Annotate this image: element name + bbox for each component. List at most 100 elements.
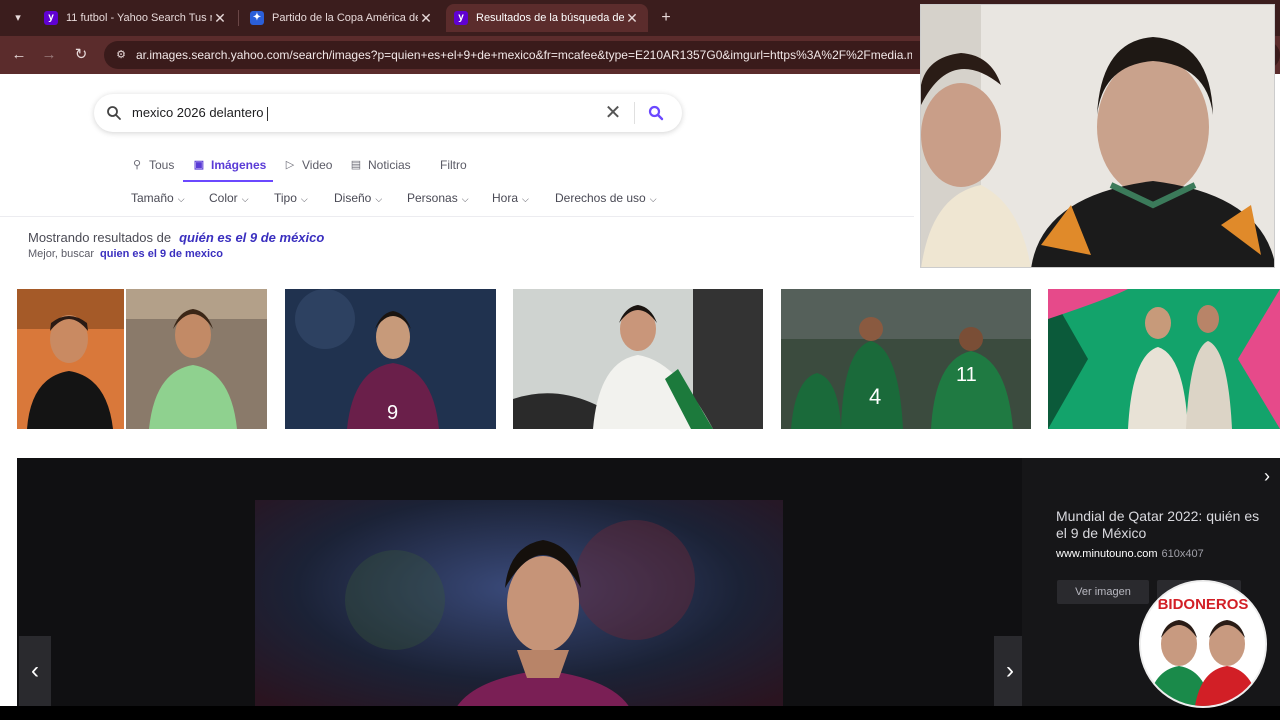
alt-prefix: Mejor, buscar: [28, 248, 95, 260]
close-tab-icon[interactable]: ✕: [212, 10, 228, 26]
showing-results-notice: Mostrando resultados de quién es el 9 de …: [28, 230, 324, 245]
new-tab-button[interactable]: +: [656, 8, 676, 28]
chevron-down-icon: ⌵: [522, 194, 529, 204]
tab-video-label: Video: [302, 158, 333, 172]
yahoo-favicon-icon: y: [44, 11, 58, 25]
tab-label: 11 futbol - Yahoo Search Tus resultados: [66, 12, 212, 24]
filter-label: Diseño: [334, 191, 372, 205]
image-preview-panel: ‹ › › Mundial de Qatar 2022: quién es el…: [17, 458, 1280, 720]
url-text[interactable]: ar.images.search.yahoo.com/search/images…: [136, 41, 912, 69]
image-thumbnail: [17, 289, 267, 429]
tab-image-results[interactable]: y Resultados de la búsqueda de imágenes …: [446, 4, 648, 32]
search-instead-notice: Mejor, buscar quien es el 9 de mexico: [28, 248, 223, 260]
filter-time[interactable]: Hora ⌵: [492, 182, 529, 214]
forward-arrow-icon[interactable]: →: [39, 45, 59, 65]
channel-logo: BIDONEROS: [1139, 580, 1267, 708]
search-icon: [107, 106, 121, 120]
chevron-down-icon: ⌵: [300, 194, 308, 204]
image-thumbnail: [1048, 289, 1280, 429]
filter-usage-rights[interactable]: Derechos de uso ⌵: [555, 182, 657, 214]
search-input[interactable]: mexico 2026 delantero: [132, 94, 268, 132]
tab-copa-america[interactable]: ✦ Partido de la Copa América de fútbol ✕: [242, 4, 442, 32]
tab-images[interactable]: ▣ Imágenes: [193, 148, 267, 182]
back-arrow-icon[interactable]: ←: [9, 45, 29, 65]
filter-label: Color: [209, 191, 238, 205]
tab-all[interactable]: ⚲ Tous: [131, 148, 174, 182]
filter-color[interactable]: Color ⌵: [209, 182, 249, 214]
chevron-down-icon: ⌵: [375, 194, 383, 204]
image-result[interactable]: 4 11: [781, 289, 1031, 429]
yahoo-favicon-icon: y: [454, 11, 468, 25]
close-tab-icon[interactable]: ✕: [418, 10, 434, 26]
taskbar-strip: [0, 706, 1280, 720]
original-query-link[interactable]: quien es el 9 de mexico: [100, 248, 223, 260]
image-thumbnail: [513, 289, 763, 429]
play-icon: ▷: [285, 159, 295, 171]
search-divider: [634, 102, 635, 124]
tab-video[interactable]: ▷ Video: [284, 148, 333, 182]
search-box[interactable]: mexico 2026 delantero ✕: [94, 94, 682, 132]
filter-bar: Tamaño ⌵ Color ⌵ Tipo ⌵ Diseño ⌵ Personas ⌵ H…: [0, 182, 914, 214]
svg-text:9: 9: [387, 402, 398, 424]
previous-image-button[interactable]: ‹: [19, 636, 51, 706]
close-tab-icon[interactable]: ✕: [624, 10, 640, 26]
filter-label: Derechos de uso: [555, 191, 646, 205]
search-query-text: mexico 2026 delantero: [132, 105, 264, 120]
chevron-down-icon: ⌵: [461, 194, 469, 204]
preview-title[interactable]: Mundial de Qatar 2022: quién es el 9 de …: [1056, 508, 1266, 542]
svg-text:11: 11: [956, 364, 977, 386]
image-result[interactable]: 9: [285, 289, 496, 429]
filter-label: Tipo: [274, 191, 297, 205]
clear-search-icon[interactable]: ✕: [603, 103, 623, 123]
source-domain[interactable]: www.minutouno.com: [1056, 548, 1158, 560]
tab-label: Resultados de la búsqueda de imágenes: [476, 12, 624, 24]
tab-news[interactable]: ▤ Noticias: [350, 148, 411, 182]
image-thumbnail: 9: [285, 289, 496, 429]
tab-filter[interactable]: Filtro: [440, 148, 467, 182]
image-result[interactable]: [513, 289, 763, 429]
filter-type[interactable]: Tipo ⌵: [274, 182, 308, 214]
tab-filter-label: Filtro: [440, 158, 467, 172]
search-icon: ⚲: [132, 159, 142, 171]
notice-prefix: Mostrando resultados de: [28, 230, 172, 245]
tab-all-label: Tous: [149, 158, 175, 172]
tab-divider: [238, 10, 239, 26]
preview-source: www.minutouno.com 610x407: [1056, 548, 1204, 560]
chevron-down-icon: ⌵: [649, 194, 657, 204]
close-preview-icon[interactable]: ›: [1264, 466, 1270, 487]
view-image-button[interactable]: Ver imagen: [1057, 580, 1149, 604]
divider: [0, 216, 914, 217]
chevron-down-icon: ⌵: [241, 194, 249, 204]
filter-size[interactable]: Tamaño ⌵: [131, 182, 185, 214]
site-info-icon[interactable]: ⚙: [114, 48, 128, 62]
filter-label: Personas: [407, 191, 458, 205]
filter-label: Hora: [492, 191, 519, 205]
news-icon: ▤: [350, 159, 362, 171]
filter-people[interactable]: Personas ⌵: [407, 182, 469, 214]
tab-search-button[interactable]: ▾: [8, 8, 28, 28]
webcam-video: [921, 5, 1274, 267]
image-result[interactable]: [1048, 289, 1280, 429]
preview-image[interactable]: [255, 500, 783, 720]
text-caret: [266, 106, 268, 121]
search-submit-icon[interactable]: [648, 105, 664, 121]
image-thumbnail: 4 11: [781, 289, 1031, 429]
tab-news-label: Noticias: [368, 158, 411, 172]
page-favicon-icon: ✦: [250, 11, 264, 25]
search-verticals: ⚲ Tous ▣ Imágenes ▷ Video ▤ Noticias Fil…: [0, 148, 914, 182]
reload-icon[interactable]: ↻: [71, 45, 91, 65]
image-dimensions: 610x407: [1161, 548, 1204, 560]
tab-images-label: Imágenes: [211, 158, 267, 172]
image-icon: ▣: [193, 159, 205, 171]
corrected-query-link[interactable]: quién es el 9 de méxico: [179, 230, 324, 245]
webcam-overlay: [920, 4, 1275, 268]
svg-text:4: 4: [869, 384, 881, 409]
image-result[interactable]: [17, 289, 267, 429]
preview-photo: [255, 500, 783, 720]
tab-yahoo-search[interactable]: y 11 futbol - Yahoo Search Tus resultado…: [36, 4, 236, 32]
chevron-down-icon: ⌵: [177, 194, 185, 204]
filter-label: Tamaño: [131, 191, 174, 205]
tab-label: Partido de la Copa América de fútbol: [272, 12, 418, 24]
logo-text: BIDONEROS: [1157, 596, 1249, 613]
filter-layout[interactable]: Diseño ⌵: [334, 182, 382, 214]
